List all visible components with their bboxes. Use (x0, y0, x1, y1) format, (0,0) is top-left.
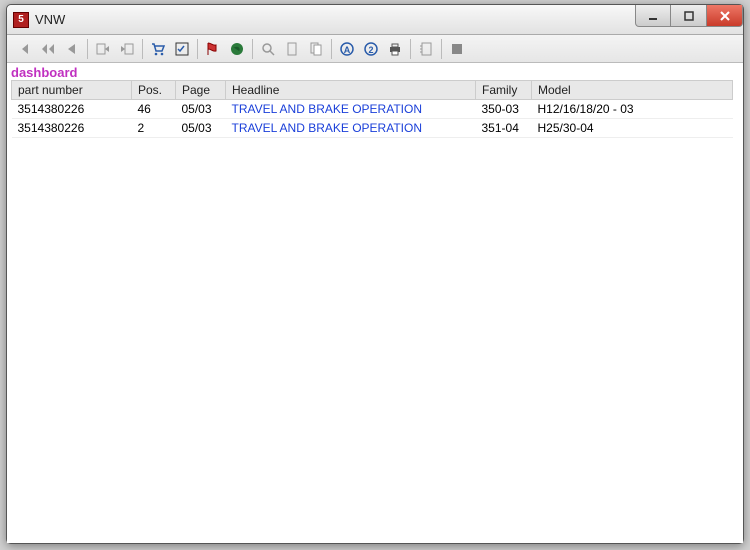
table-header-row: part number Pos. Page Headline Family Mo… (12, 81, 733, 100)
cell-part-number: 3514380226 (12, 119, 132, 138)
cell-part-number: 3514380226 (12, 100, 132, 119)
titlebar[interactable]: 5 VNW (7, 5, 743, 35)
col-header-pos[interactable]: Pos. (132, 81, 176, 100)
page2-icon[interactable] (305, 38, 327, 60)
nav-prev-fast-icon[interactable] (37, 38, 59, 60)
app-icon: 5 (13, 12, 29, 28)
cell-family: 350-03 (476, 100, 532, 119)
minimize-button[interactable] (635, 5, 671, 27)
cell-family: 351-04 (476, 119, 532, 138)
window-controls (635, 5, 743, 27)
cell-headline-link[interactable]: TRAVEL AND BRAKE OPERATION (226, 119, 476, 138)
section-label: dashboard (7, 63, 743, 80)
cell-headline-link[interactable]: TRAVEL AND BRAKE OPERATION (226, 100, 476, 119)
cell-page: 05/03 (176, 119, 226, 138)
content-area: dashboard part number Pos. Page Headline… (7, 63, 743, 543)
checklist-icon[interactable] (171, 38, 193, 60)
zoom-icon[interactable] (257, 38, 279, 60)
maximize-button[interactable] (671, 5, 707, 27)
circled-2-icon[interactable]: 2 (360, 38, 382, 60)
results-table: part number Pos. Page Headline Family Mo… (11, 80, 733, 138)
toolbar-separator (252, 39, 253, 59)
table-row[interactable]: 3514380226 46 05/03 TRAVEL AND BRAKE OPE… (12, 100, 733, 119)
col-header-part-number[interactable]: part number (12, 81, 132, 100)
svg-text:A: A (344, 45, 351, 55)
cell-page: 05/03 (176, 100, 226, 119)
nav-first-icon[interactable] (13, 38, 35, 60)
bold-a-icon[interactable]: A (336, 38, 358, 60)
cell-pos: 2 (132, 119, 176, 138)
app-window: 5 VNW A 2 dashboard (6, 4, 744, 544)
globe-icon[interactable] (226, 38, 248, 60)
stop-icon[interactable] (446, 38, 468, 60)
col-header-page[interactable]: Page (176, 81, 226, 100)
toolbar-separator (197, 39, 198, 59)
print-icon[interactable] (384, 38, 406, 60)
table-row[interactable]: 3514380226 2 05/03 TRAVEL AND BRAKE OPER… (12, 119, 733, 138)
cell-model: H12/16/18/20 - 03 (532, 100, 733, 119)
col-header-headline[interactable]: Headline (226, 81, 476, 100)
toolbar-separator (331, 39, 332, 59)
cell-model: H25/30-04 (532, 119, 733, 138)
export-in-icon[interactable] (116, 38, 138, 60)
close-button[interactable] (707, 5, 743, 27)
cell-pos: 46 (132, 100, 176, 119)
toolbar-separator (142, 39, 143, 59)
notebook-icon[interactable] (415, 38, 437, 60)
window-title: VNW (35, 12, 65, 27)
toolbar: A 2 (7, 35, 743, 63)
nav-prev-icon[interactable] (61, 38, 83, 60)
col-header-model[interactable]: Model (532, 81, 733, 100)
toolbar-separator (87, 39, 88, 59)
toolbar-separator (441, 39, 442, 59)
page-icon[interactable] (281, 38, 303, 60)
export-out-icon[interactable] (92, 38, 114, 60)
cart-icon[interactable] (147, 38, 169, 60)
toolbar-separator (410, 39, 411, 59)
svg-text:2: 2 (368, 45, 373, 55)
flag-icon[interactable] (202, 38, 224, 60)
col-header-family[interactable]: Family (476, 81, 532, 100)
